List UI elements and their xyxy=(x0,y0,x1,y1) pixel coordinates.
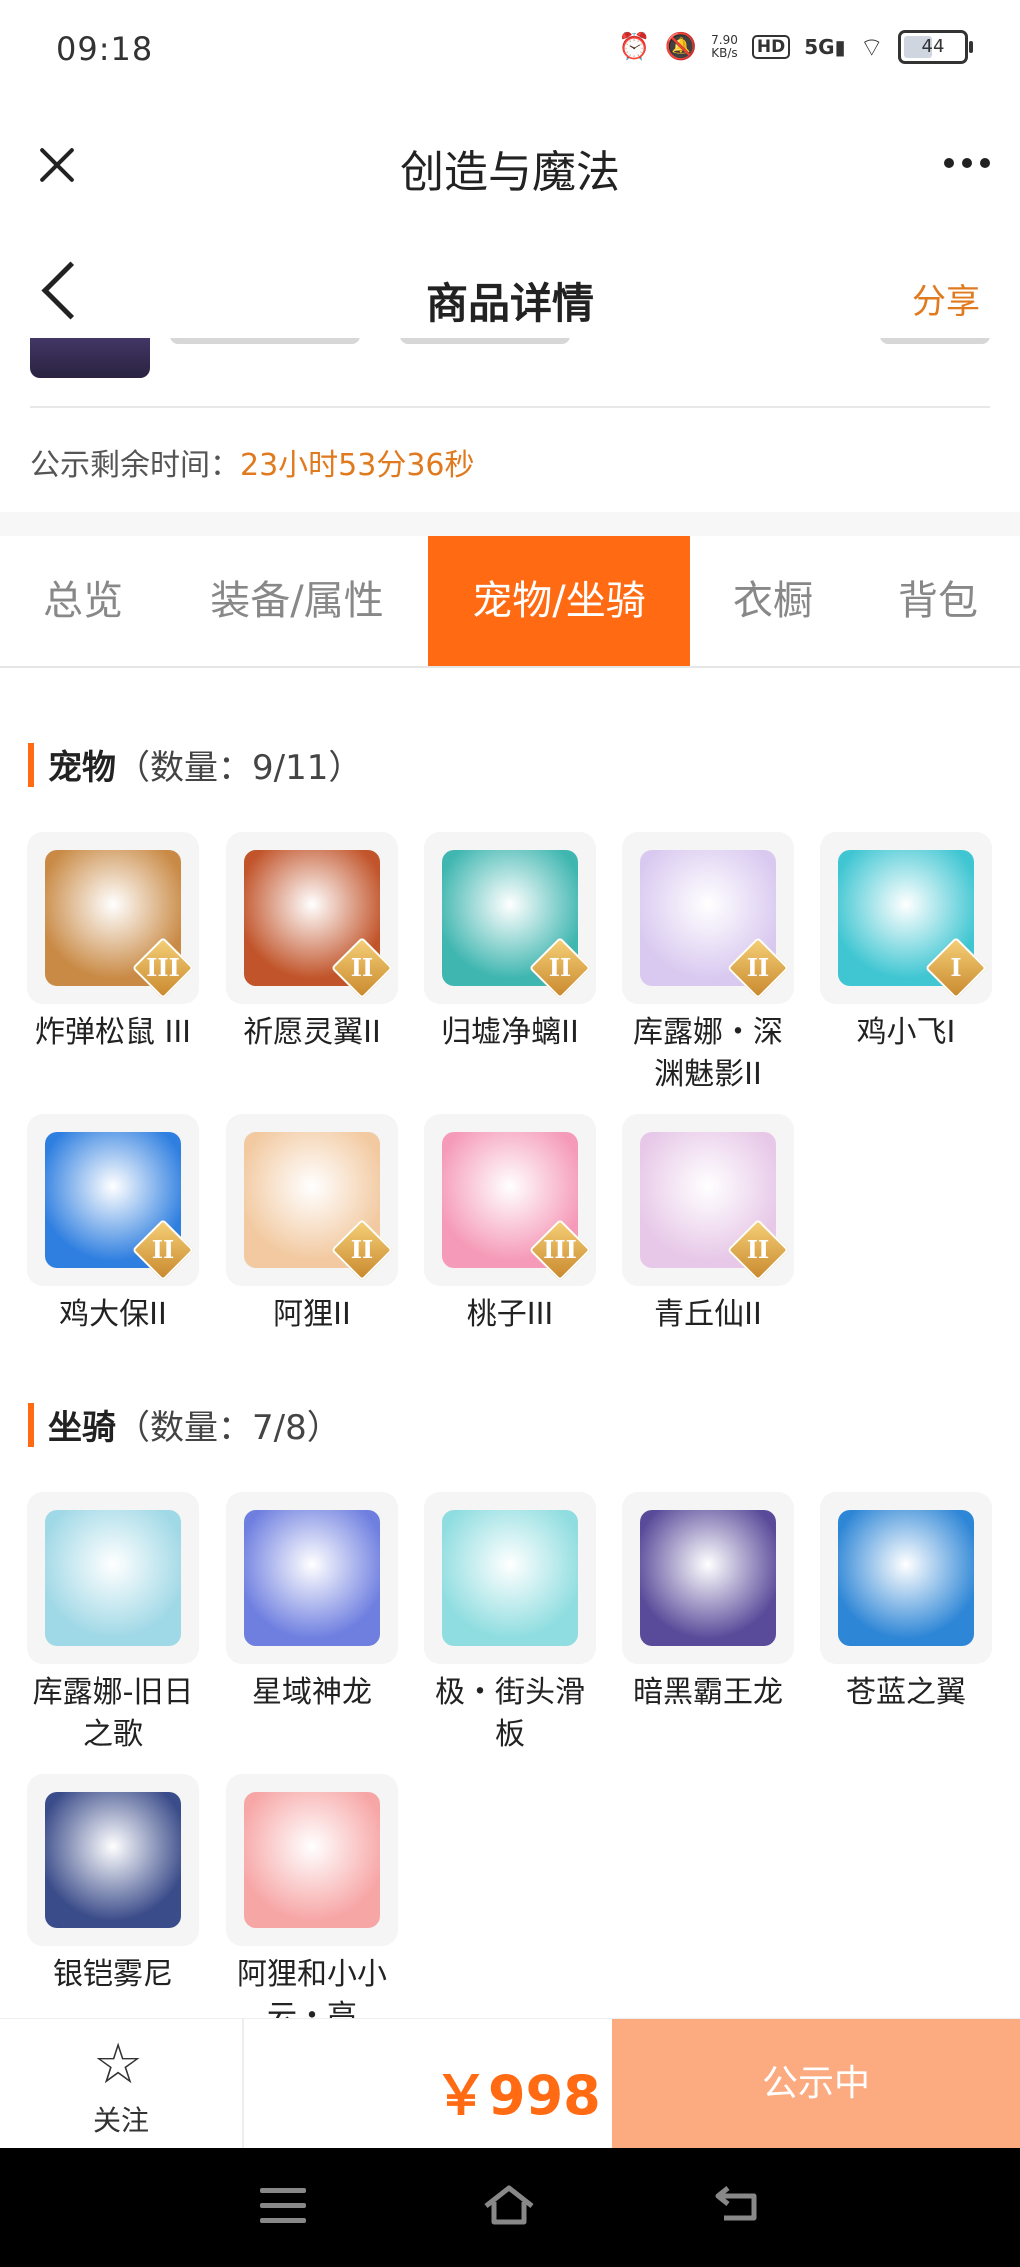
page-title: 商品详情 xyxy=(425,279,594,328)
mount-image xyxy=(838,1510,974,1646)
system-nav-bar xyxy=(0,2148,1020,2267)
alarm-icon: ⏰ xyxy=(618,32,651,62)
app-title: 创造与魔法 xyxy=(400,147,620,198)
pet-name: 祈愿灵翼II xyxy=(243,1015,381,1050)
pet-name: 库露娜・深渊魅影II xyxy=(633,1015,783,1092)
pet-name: 归墟净螭II xyxy=(441,1015,579,1050)
pet-item[interactable]: II 祈愿灵翼II xyxy=(226,832,398,1054)
mount-item[interactable]: 星域神龙 xyxy=(226,1492,398,1714)
mount-image xyxy=(45,1792,181,1928)
price: ￥998 xyxy=(434,2064,601,2127)
action-bar: ☆ 关注 ￥998 公示中 xyxy=(0,2018,1020,2149)
mount-name: 库露娜-旧日之歌 xyxy=(32,1675,194,1752)
tab-wardrobe[interactable]: 衣橱 xyxy=(710,536,836,666)
tab-pets-mounts[interactable]: 宠物/坐骑 xyxy=(428,536,690,666)
tier-badge-icon: II xyxy=(131,1218,195,1282)
mount-image xyxy=(45,1510,181,1646)
pet-name: 鸡大保II xyxy=(59,1297,167,1332)
tier-badge-icon: II xyxy=(726,1218,790,1282)
publicity-value: 23小时53分36秒 xyxy=(240,448,475,483)
net-speed: 7.90 KB/s xyxy=(711,33,738,60)
mount-image xyxy=(244,1510,380,1646)
mounts-title: 坐骑 xyxy=(48,1408,116,1448)
follow-label: 关注 xyxy=(92,2104,149,2137)
mount-name: 银铠雾尼 xyxy=(53,1957,173,1992)
mount-name: 暗黑霸王龙 xyxy=(633,1675,783,1710)
app-bar: 创造与魔法 xyxy=(0,100,1020,230)
mount-item[interactable]: 阿狸和小小云・高 xyxy=(226,1774,398,2038)
publicity-label: 公示剩余时间： xyxy=(30,448,240,483)
follow-button[interactable]: ☆ 关注 xyxy=(0,2019,244,2149)
mounts-count: （数量：7/8） xyxy=(116,1408,341,1448)
pet-item[interactable]: II 鸡大保II xyxy=(27,1114,199,1336)
pet-item[interactable]: II 青丘仙II xyxy=(622,1114,794,1336)
tier-badge-icon: II xyxy=(528,936,592,1000)
share-button[interactable]: 分享 xyxy=(912,274,980,323)
pet-item[interactable]: I 鸡小飞I xyxy=(820,832,992,1054)
nav-back-icon[interactable] xyxy=(714,2184,764,2224)
home-icon[interactable] xyxy=(482,2182,536,2228)
tab-equipment[interactable]: 装备/属性 xyxy=(186,536,408,666)
mount-name: 星域神龙 xyxy=(252,1675,372,1710)
tab-backpack[interactable]: 背包 xyxy=(856,536,1020,666)
mount-image xyxy=(640,1510,776,1646)
pet-name: 桃子III xyxy=(466,1297,554,1332)
pet-item[interactable]: II 归墟净螭II xyxy=(424,832,596,1054)
mount-item[interactable]: 极・街头滑板 xyxy=(424,1492,596,1756)
avatar xyxy=(30,338,150,378)
menu-icon[interactable] xyxy=(260,2188,306,2233)
pet-name: 阿狸II xyxy=(273,1297,351,1332)
pets-title: 宠物 xyxy=(48,748,116,788)
tier-badge-icon: III xyxy=(131,936,195,1000)
tab-overview[interactable]: 总览 xyxy=(0,536,166,666)
hd-badge: HD xyxy=(751,35,791,59)
battery-icon: 44 xyxy=(898,30,973,64)
section-gap xyxy=(0,512,1020,536)
scrolled-content-peek xyxy=(30,338,990,378)
mount-image xyxy=(442,1510,578,1646)
tier-badge-icon: II xyxy=(726,936,790,1000)
mount-name: 极・街头滑板 xyxy=(435,1675,585,1752)
tier-badge-icon: II xyxy=(330,936,394,1000)
status-time: 09:18 xyxy=(56,30,154,68)
pets-count: （数量：9/11） xyxy=(116,748,363,788)
status-bar: 09:18 ⏰ 🔕 7.90 KB/s HD 5G▮ ⌔ 44 xyxy=(0,0,1020,100)
star-icon: ☆ xyxy=(93,2032,144,2097)
wifi-icon: ⌔ xyxy=(859,32,884,63)
pet-item[interactable]: II 阿狸II xyxy=(226,1114,398,1336)
signal-icon: 5G▮ xyxy=(804,35,846,59)
pet-name: 青丘仙II xyxy=(654,1297,762,1332)
mount-item[interactable]: 暗黑霸王龙 xyxy=(622,1492,794,1714)
mount-image xyxy=(244,1792,380,1928)
mount-item[interactable]: 银铠雾尼 xyxy=(27,1774,199,1996)
pet-item[interactable]: III 炸弹松鼠 III xyxy=(27,832,199,1054)
mount-name: 苍蓝之翼 xyxy=(846,1675,966,1710)
publicity-status-button[interactable]: 公示中 xyxy=(612,2019,1020,2149)
tier-badge-icon: III xyxy=(528,1218,592,1282)
divider xyxy=(30,406,990,408)
status-icons: ⏰ 🔕 7.90 KB/s HD 5G▮ ⌔ 44 xyxy=(618,30,973,64)
more-icon[interactable] xyxy=(944,158,990,168)
pet-name: 炸弹松鼠 III xyxy=(34,1015,192,1050)
mute-icon: 🔕 xyxy=(664,32,698,62)
pet-item[interactable]: III 桃子III xyxy=(424,1114,596,1336)
pet-name: 鸡小飞I xyxy=(856,1015,956,1050)
pets-section-header: 宠物 （数量：9/11） xyxy=(28,740,362,789)
mount-item[interactable]: 苍蓝之翼 xyxy=(820,1492,992,1714)
tier-badge-icon: I xyxy=(924,936,988,1000)
publicity-timer: 公示剩余时间：23小时53分36秒 xyxy=(30,440,475,484)
mounts-section-header: 坐骑 （数量：7/8） xyxy=(28,1400,341,1449)
pet-item[interactable]: II 库露娜・深渊魅影II xyxy=(622,832,794,1096)
tier-badge-icon: II xyxy=(330,1218,394,1282)
tab-bar: 总览 装备/属性 宠物/坐骑 衣橱 背包 xyxy=(0,536,1020,668)
mount-item[interactable]: 库露娜-旧日之歌 xyxy=(27,1492,199,1756)
